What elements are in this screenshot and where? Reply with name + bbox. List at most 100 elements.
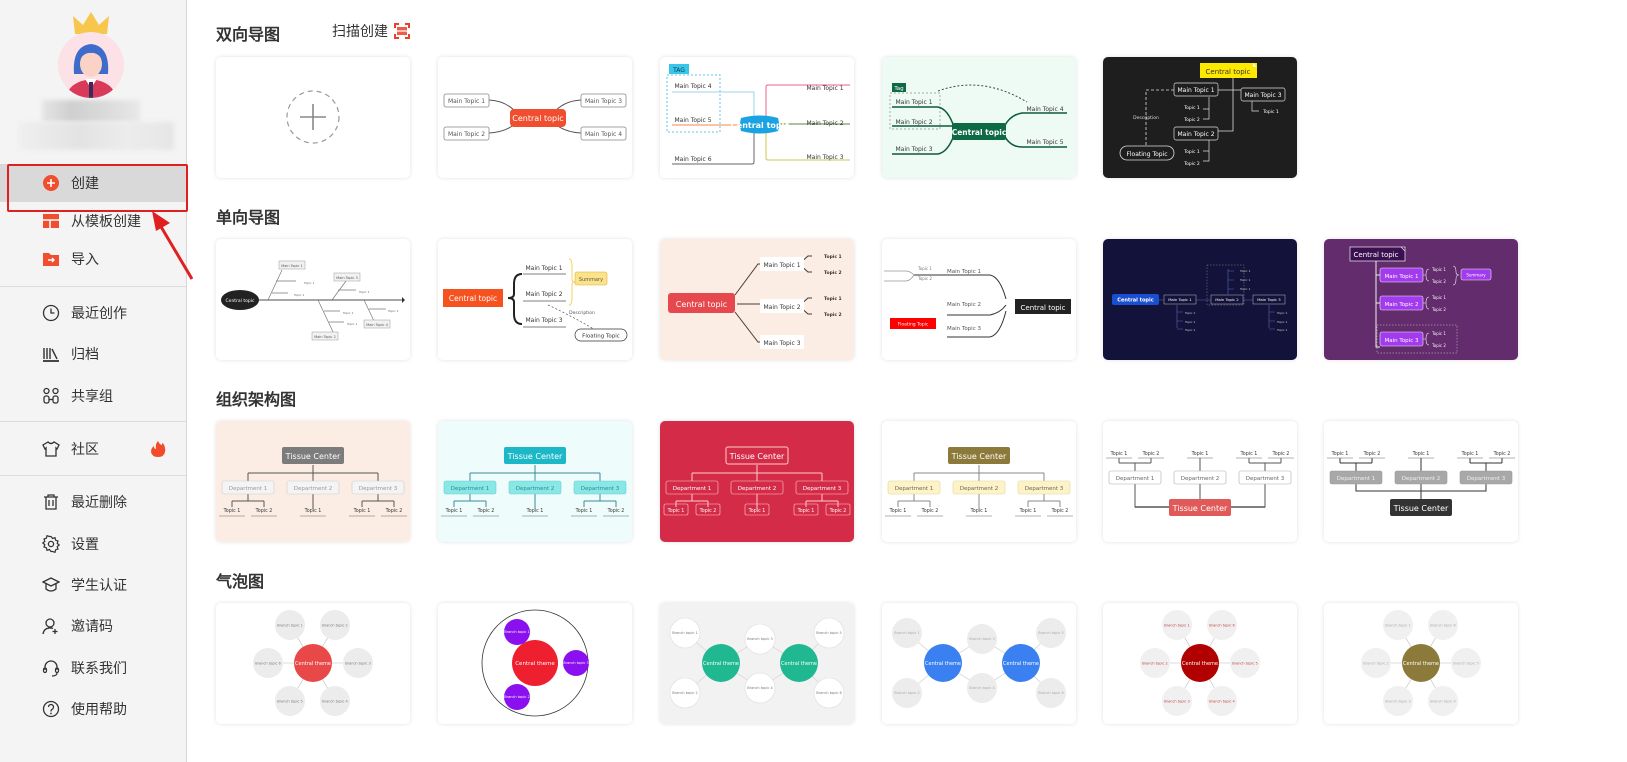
svg-text:Topic 2: Topic 2 bbox=[1431, 307, 1446, 312]
svg-text:Department 3: Department 3 bbox=[359, 486, 398, 492]
org-chart-preview: Tissue Center Department 1 Department 2 Dep… bbox=[441, 447, 629, 517]
template-card-org-1[interactable]: Tissue Center Department 1 Department 2 Dep… bbox=[216, 421, 410, 542]
hot-fire-icon bbox=[150, 440, 166, 462]
svg-text:Topic 2: Topic 2 bbox=[1183, 161, 1200, 167]
bubble-chart-preview: Branch topic 1 Branch topic 2 Branch topic… bbox=[253, 610, 373, 716]
svg-text:Main Topic 3: Main Topic 3 bbox=[1257, 297, 1281, 302]
template-gallery: 双向导图 扫描创建 Central topic Main Topic 1 Mai… bbox=[187, 0, 1627, 762]
template-card-unidirectional-navy[interactable]: Central topic Main Topic 1 Main Topic 2 … bbox=[1103, 239, 1297, 360]
svg-text:Topic 2: Topic 2 bbox=[1431, 343, 1446, 348]
svg-text:Central topic: Central topic bbox=[512, 114, 563, 123]
sidebar-item-share-group[interactable]: 共享组 bbox=[0, 377, 186, 415]
template-card-org-4[interactable]: Tissue Center Department 1 Department 2 Dep… bbox=[882, 421, 1076, 542]
svg-text:Central theme: Central theme bbox=[1403, 661, 1439, 667]
template-card-org-6[interactable]: Department 1 Department 2 Department 3 Topi… bbox=[1324, 421, 1518, 542]
sidebar-item-archive[interactable]: 归档 bbox=[0, 335, 186, 373]
svg-text:Main Topic 3: Main Topic 3 bbox=[763, 340, 800, 347]
scan-create-button[interactable]: 扫描创建 bbox=[332, 21, 410, 41]
mindmap-preview: Central topic Main Topic 1 Main Topic 2 … bbox=[1119, 63, 1286, 167]
svg-text:Topic 1: Topic 1 bbox=[824, 254, 842, 260]
svg-text:Branch topic 6: Branch topic 6 bbox=[816, 691, 841, 695]
svg-text:Floating Topic: Floating Topic bbox=[1126, 151, 1167, 158]
headset-icon bbox=[42, 659, 60, 677]
template-card-unidirectional-left[interactable]: Central topic Main Topic 1 Main Topic 2 … bbox=[882, 239, 1076, 360]
svg-text:Main Topic 4: Main Topic 4 bbox=[366, 323, 388, 327]
template-card-org-3[interactable]: Tissue Center Department 1 Department 2 Dep… bbox=[660, 421, 854, 542]
template-icon bbox=[42, 212, 60, 230]
template-card-unidirectional-brace[interactable]: Central topic Main Topic 1 Main Topic 2 … bbox=[438, 239, 632, 360]
svg-text:Topic 1: Topic 1 bbox=[1331, 451, 1349, 457]
sidebar: 创建 从模板创建 导入 最近创作 归档 共享组 社区 最近删除 设置 学生认证 bbox=[0, 0, 194, 762]
avatar[interactable] bbox=[56, 12, 126, 102]
svg-text:Main Topic 4: Main Topic 4 bbox=[674, 83, 711, 90]
svg-text:Topic 2: Topic 2 bbox=[607, 508, 625, 514]
svg-text:Topic 1: Topic 1 bbox=[1239, 287, 1250, 291]
svg-text:Central topic: Central topic bbox=[952, 128, 1007, 137]
svg-text:Topic 1: Topic 1 bbox=[1110, 451, 1128, 457]
template-card-unidirectional-peach[interactable]: Central topic Main Topic 1 Main Topic 2 … bbox=[660, 239, 854, 360]
sidebar-item-student-verify[interactable]: 学生认证 bbox=[0, 566, 186, 604]
svg-text:Topic 1: Topic 1 bbox=[303, 281, 314, 285]
sidebar-item-settings[interactable]: 设置 bbox=[0, 525, 186, 563]
svg-text:Main Topic 1: Main Topic 1 bbox=[947, 269, 981, 275]
svg-text:Topic 1: Topic 1 bbox=[1183, 105, 1200, 111]
svg-text:Floating Topic: Floating Topic bbox=[582, 334, 620, 340]
svg-text:Topic 1: Topic 1 bbox=[223, 508, 241, 514]
svg-text:Topic 1: Topic 1 bbox=[1431, 295, 1446, 300]
sidebar-item-contact-us[interactable]: 联系我们 bbox=[0, 649, 186, 687]
svg-text:Floating Topic: Floating Topic bbox=[898, 322, 929, 328]
template-card-bidirectional-1[interactable]: Central topic Main Topic 1 Main Topic 2 … bbox=[438, 57, 632, 178]
template-card-bubble-3[interactable]: Branch topic 1 Branch topic 2 Branch topic… bbox=[660, 603, 854, 724]
svg-text:Branch topic 3: Branch topic 3 bbox=[345, 662, 370, 666]
svg-text:Branch topic 4: Branch topic 4 bbox=[322, 700, 348, 704]
svg-text:Central topic: Central topic bbox=[676, 300, 727, 309]
template-card-unidirectional-purple[interactable]: Central topic Main Topic 1 Main Topic 2 … bbox=[1324, 239, 1518, 360]
svg-text:Central theme: Central theme bbox=[925, 661, 961, 667]
template-card-org-2[interactable]: Tissue Center Department 1 Department 2 Dep… bbox=[438, 421, 632, 542]
template-card-bubble-6[interactable]: Branch topic 1 Branch topic 6 Branch topic… bbox=[1324, 603, 1518, 724]
sidebar-item-label: 归档 bbox=[71, 347, 99, 363]
svg-text:Department 1: Department 1 bbox=[451, 486, 490, 492]
svg-text:Summary: Summary bbox=[1466, 273, 1486, 278]
svg-text:Central topic: Central topic bbox=[449, 294, 497, 303]
svg-text:Topic 1: Topic 1 bbox=[1276, 328, 1287, 332]
template-card-bidirectional-4[interactable]: Central topic Main Topic 1 Main Topic 2 … bbox=[1103, 57, 1297, 178]
sidebar-item-invite-code[interactable]: 邀请码 bbox=[0, 607, 186, 645]
svg-text:Central theme: Central theme bbox=[295, 661, 331, 667]
help-circle-icon bbox=[42, 700, 60, 718]
sidebar-item-recently-deleted[interactable]: 最近删除 bbox=[0, 483, 186, 521]
sidebar-item-label: 导入 bbox=[71, 252, 99, 268]
section-title-bidirectional: 双向导图 bbox=[216, 25, 281, 44]
svg-text:Description: Description bbox=[569, 310, 595, 316]
svg-text:Department 2: Department 2 bbox=[738, 486, 777, 492]
scan-create-label: 扫描创建 bbox=[332, 24, 388, 40]
template-card-org-5[interactable]: Department 1 Department 2 Department 3 Topi… bbox=[1103, 421, 1297, 542]
sidebar-item-recent[interactable]: 最近创作 bbox=[0, 294, 186, 332]
template-card-bubble-4[interactable]: Branch topic 1 Branch topic 2 Branch topic… bbox=[882, 603, 1076, 724]
svg-text:Main Topic 3: Main Topic 3 bbox=[585, 98, 622, 105]
template-card-bubble-5[interactable]: Branch topic 1 Branch topic 6 Branch topic… bbox=[1103, 603, 1297, 724]
svg-text:Branch topic 5: Branch topic 5 bbox=[1232, 662, 1257, 666]
template-card-bidirectional-2[interactable]: TAG Central topic Main Topic 4 Main Topi… bbox=[660, 57, 854, 178]
svg-text:Main Topic 2: Main Topic 2 bbox=[763, 304, 800, 311]
svg-text:Topic 1: Topic 1 bbox=[1276, 320, 1287, 324]
sidebar-item-help[interactable]: 使用帮助 bbox=[0, 690, 186, 728]
svg-text:Topic 1: Topic 1 bbox=[445, 508, 463, 514]
svg-text:Central topic: Central topic bbox=[1021, 304, 1066, 312]
svg-text:Main Topic 2: Main Topic 2 bbox=[1215, 297, 1239, 302]
svg-text:Topic 1: Topic 1 bbox=[1239, 269, 1250, 273]
svg-text:Topic 2: Topic 2 bbox=[917, 276, 932, 281]
sidebar-item-label: 创建 bbox=[71, 176, 99, 192]
sidebar-item-community[interactable]: 社区 bbox=[0, 430, 186, 468]
svg-text:Main Topic 3: Main Topic 3 bbox=[1244, 92, 1281, 99]
sidebar-item-create[interactable]: 创建 bbox=[0, 164, 186, 202]
mindmap-preview: Central topic Main Topic 1 Main Topic 2 … bbox=[443, 93, 627, 141]
svg-text:Topic 2: Topic 2 bbox=[1183, 117, 1200, 123]
svg-text:Main Topic 5: Main Topic 5 bbox=[1026, 139, 1063, 146]
new-blank-mindmap-card[interactable] bbox=[216, 57, 410, 178]
template-card-unidirectional-fishbone[interactable]: Central topic Main Topic 1 Main Topic 3 … bbox=[216, 239, 410, 360]
template-card-bubble-1[interactable]: Branch topic 1 Branch topic 2 Branch topic… bbox=[216, 603, 410, 724]
template-card-bidirectional-3[interactable]: Tag Central topic Main Topic 1 Main Topi… bbox=[882, 57, 1076, 178]
svg-text:Branch topic 1: Branch topic 1 bbox=[1385, 624, 1410, 628]
template-card-bubble-2[interactable]: Central theme Branch topic 1 Branch topic … bbox=[438, 603, 632, 724]
